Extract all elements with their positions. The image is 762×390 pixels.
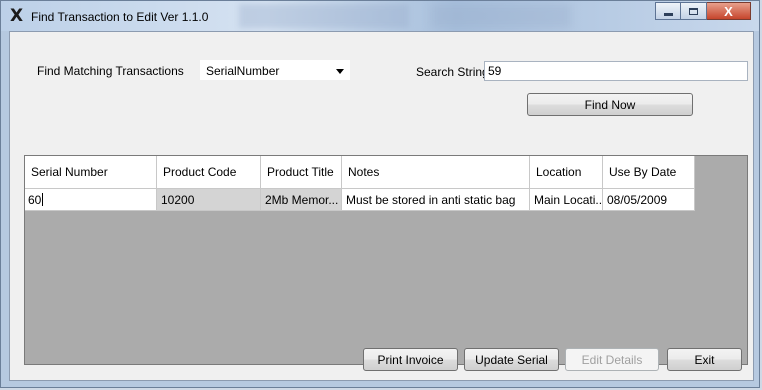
column-header-location[interactable]: Location bbox=[530, 156, 603, 189]
column-header-product-title[interactable]: Product Title bbox=[261, 156, 342, 189]
find-now-button[interactable]: Find Now bbox=[527, 93, 693, 116]
update-serial-label: Update Serial bbox=[475, 352, 548, 367]
minimize-button[interactable] bbox=[655, 2, 681, 20]
title-bar-glass-blur bbox=[239, 4, 409, 28]
grid-header: Serial Number Product Code Product Title… bbox=[25, 156, 695, 189]
chevron-down-icon bbox=[336, 69, 344, 74]
product-title-cell[interactable]: 2Mb Memor... bbox=[261, 189, 342, 211]
match-field-dropdown[interactable]: SerialNumber bbox=[200, 60, 350, 80]
update-serial-button[interactable]: Update Serial bbox=[464, 348, 559, 371]
exit-button[interactable]: Exit bbox=[667, 348, 742, 371]
search-string-input[interactable] bbox=[484, 61, 748, 81]
column-header-product-code[interactable]: Product Code bbox=[157, 156, 261, 189]
window-title: Find Transaction to Edit Ver 1.1.0 bbox=[31, 10, 209, 24]
serial-number-value: 60 bbox=[28, 192, 42, 207]
serial-number-cell-editor[interactable]: 60 bbox=[25, 189, 157, 211]
maximize-icon bbox=[689, 7, 698, 15]
close-icon: X bbox=[724, 3, 733, 19]
app-x-icon: X bbox=[10, 6, 24, 26]
edit-details-label: Edit Details bbox=[581, 352, 643, 367]
print-invoice-button[interactable]: Print Invoice bbox=[363, 348, 458, 371]
edit-details-button[interactable]: Edit Details bbox=[565, 348, 659, 371]
main-window: X Find Transaction to Edit Ver 1.1.0 X F… bbox=[0, 0, 760, 388]
text-caret bbox=[42, 193, 44, 206]
use-by-date-cell[interactable]: 08/05/2009 bbox=[603, 189, 695, 211]
product-code-cell[interactable]: 10200 bbox=[157, 189, 261, 211]
notes-cell[interactable]: Must be stored in anti static bag bbox=[342, 189, 530, 211]
print-invoice-label: Print Invoice bbox=[377, 352, 444, 367]
maximize-button[interactable] bbox=[681, 2, 707, 20]
table-row[interactable]: 60 10200 2Mb Memor... Must be stored in … bbox=[25, 189, 695, 211]
title-bar[interactable]: X Find Transaction to Edit Ver 1.1.0 X bbox=[1, 1, 759, 31]
transactions-grid[interactable]: Serial Number Product Code Product Title… bbox=[24, 155, 748, 365]
column-header-use-by-date[interactable]: Use By Date bbox=[603, 156, 695, 189]
client-area: Find Matching Transactions SerialNumber … bbox=[9, 31, 754, 381]
find-now-label: Find Now bbox=[584, 97, 636, 112]
search-string-label: Search String bbox=[416, 65, 489, 79]
caption-buttons: X bbox=[655, 2, 751, 20]
exit-label: Exit bbox=[694, 352, 715, 367]
close-button[interactable]: X bbox=[707, 2, 751, 20]
location-cell[interactable]: Main Locati... bbox=[530, 189, 603, 211]
minimize-icon bbox=[663, 12, 673, 16]
title-bar-glass-blur bbox=[431, 4, 571, 28]
column-header-serial-number[interactable]: Serial Number bbox=[25, 156, 157, 189]
match-field-selected: SerialNumber bbox=[206, 64, 280, 78]
match-field-label: Find Matching Transactions bbox=[37, 64, 184, 78]
column-header-notes[interactable]: Notes bbox=[342, 156, 530, 189]
